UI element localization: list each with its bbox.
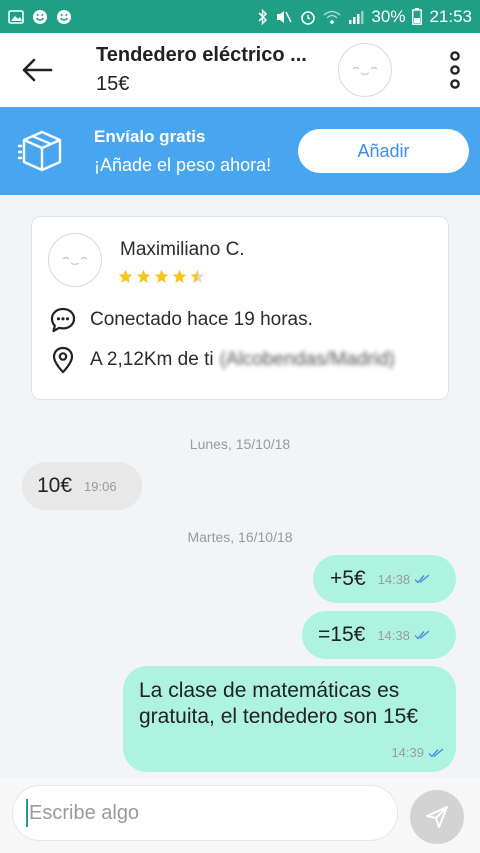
location-text-blurred: (Alcobendas/Madrid) [219,349,395,370]
seller-card-avatar[interactable] [48,233,102,287]
double-check-icon [414,630,430,640]
seller-avatar[interactable] [338,43,392,97]
mute-icon [277,10,293,23]
product-price: 15€ [96,73,130,95]
message-text: La clase de matemáticas es gratuita, el … [139,679,419,728]
wifi-icon [323,10,341,24]
message-incoming[interactable]: 10€ 19:06 [22,462,142,510]
seller-name: Maximiliano C. [120,239,245,260]
message-input-placeholder: Escribe algo [29,801,140,824]
header-titles[interactable]: Tendedero eléctrico ... 15€ [74,44,324,96]
more-options-button[interactable] [430,33,480,107]
double-check-icon [428,747,444,758]
day-separator: Martes, 16/10/18 [187,529,293,545]
message-text: =15€ [318,623,366,646]
text-caret [26,799,28,827]
day-separator: Lunes, 15/10/18 [189,436,291,452]
placeholder-face-icon [62,256,88,266]
status-bar: 30% 21:53 [0,0,480,33]
message-time: 14:39 [391,745,424,760]
seller-rating [118,269,205,284]
last-seen-text: Conectado hace 19 horas. [90,309,313,330]
package-icon [0,128,84,174]
location-pin-icon [48,345,78,375]
signal-icon [349,10,364,24]
composer-bar: Escribe algo [0,778,480,853]
arrow-left-icon [22,58,53,82]
message-outgoing[interactable]: +5€ 14:38 [313,555,456,603]
distance-row: A 2,12Km de ti (Alcobendas/Madrid) [48,345,395,375]
promo-subtitle: ¡Añade el peso ahora! [94,154,272,175]
double-check-icon [414,574,430,584]
last-seen-row: Conectado hace 19 horas. [48,305,313,335]
message-text: 10€ [37,474,73,497]
star-icon [172,269,187,283]
message-input[interactable]: Escribe algo [12,785,398,841]
send-icon [426,806,448,828]
shipping-promo-banner: Envíalo gratis ¡Añade el peso ahora! Aña… [0,107,480,195]
placeholder-face-icon [352,66,378,76]
distance-text: A 2,12Km de ti [90,349,214,370]
message-time: 19:06 [84,478,117,494]
kebab-menu-icon [450,51,460,89]
message-text: +5€ [330,567,366,590]
bluetooth-icon [258,8,268,25]
battery-icon [412,8,423,25]
message-time: 14:38 [377,571,411,587]
send-button[interactable] [410,790,464,844]
message-outgoing[interactable]: =15€ 14:38 [302,611,456,659]
star-icon [154,269,169,283]
alarm-icon [301,10,316,25]
seller-info-card[interactable]: Maximiliano C. Conectado hace 19 horas. … [31,216,449,400]
app-bar: Tendedero eléctrico ... 15€ [0,33,480,107]
star-icon [118,269,133,283]
promo-title: Envíalo gratis [94,126,206,146]
product-title: Tendedero eléctrico ... [96,44,307,66]
message-time: 14:38 [377,627,410,643]
chat-bubble-icon [48,305,78,335]
smiley-notification-icon [33,9,47,24]
star-icon [136,269,151,283]
message-outgoing[interactable]: La clase de matemáticas es gratuita, el … [123,666,456,772]
star-half-icon [190,269,205,283]
battery-percent: 30% [371,6,406,26]
add-weight-button[interactable]: Añadir [298,129,469,173]
back-button[interactable] [0,33,74,107]
smiley-notification-icon-2 [57,9,71,24]
gallery-notification-icon [8,9,24,24]
clock: 21:53 [429,6,472,26]
